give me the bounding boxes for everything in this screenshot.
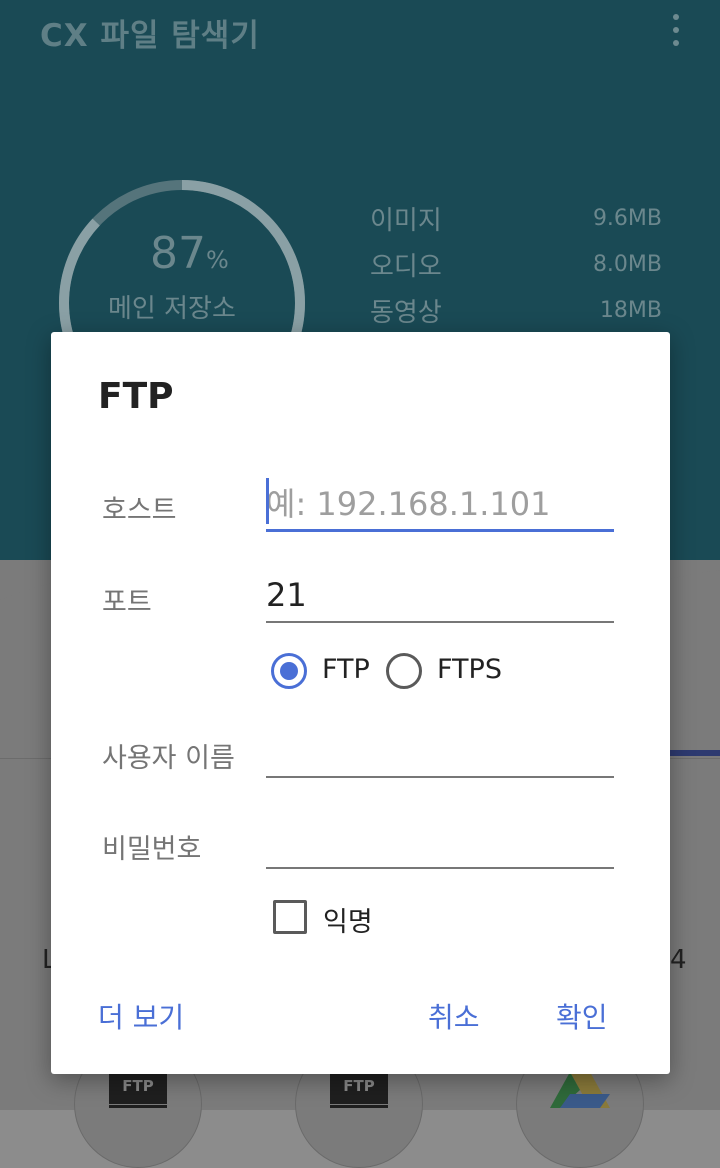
radio-ftp-label[interactable]: FTP bbox=[322, 654, 370, 685]
app-title: CX 파일 탐색기 bbox=[40, 18, 260, 54]
password-label: 비밀번호 bbox=[102, 834, 202, 865]
radio-ftp[interactable] bbox=[271, 653, 307, 689]
password-input[interactable] bbox=[266, 819, 614, 869]
stat-audio-label: 오디오 bbox=[370, 252, 442, 282]
list-count-peek: 4 bbox=[670, 945, 687, 975]
dialog-title: FTP bbox=[98, 376, 174, 417]
host-input[interactable] bbox=[266, 482, 614, 532]
stat-images-label: 이미지 bbox=[370, 206, 442, 236]
google-drive-icon bbox=[550, 1072, 610, 1108]
overflow-menu-icon[interactable] bbox=[664, 10, 688, 50]
ftp-icon: FTP bbox=[330, 1072, 388, 1108]
text-cursor bbox=[266, 478, 269, 524]
anonymous-label[interactable]: 익명 bbox=[323, 900, 373, 939]
tab-indicator bbox=[670, 750, 720, 756]
storage-label: 메인 저장소 bbox=[108, 294, 236, 324]
username-input[interactable] bbox=[266, 728, 614, 778]
storage-percent: 87% bbox=[150, 228, 229, 279]
radio-ftps[interactable] bbox=[386, 653, 422, 689]
username-label: 사용자 이름 bbox=[102, 743, 235, 774]
ftp-dialog: FTP 호스트 포트 FTP FTPS 사용자 이름 비밀번호 익명 더 보기 … bbox=[51, 332, 670, 1074]
stat-video-label: 동영상 bbox=[370, 298, 442, 328]
anonymous-checkbox[interactable] bbox=[273, 900, 307, 934]
radio-ftps-label[interactable]: FTPS bbox=[437, 654, 502, 685]
ftp-icon: FTP bbox=[109, 1072, 167, 1108]
more-button[interactable]: 더 보기 bbox=[98, 996, 184, 1036]
host-label: 호스트 bbox=[102, 495, 177, 526]
ok-button[interactable]: 확인 bbox=[556, 996, 608, 1036]
stat-images-value: 9.6MB bbox=[592, 206, 662, 231]
stat-video-value: 18MB bbox=[599, 298, 662, 323]
port-label: 포트 bbox=[102, 587, 152, 618]
stat-audio-value: 8.0MB bbox=[592, 252, 662, 277]
port-input[interactable] bbox=[266, 573, 614, 623]
cancel-button[interactable]: 취소 bbox=[428, 996, 480, 1036]
